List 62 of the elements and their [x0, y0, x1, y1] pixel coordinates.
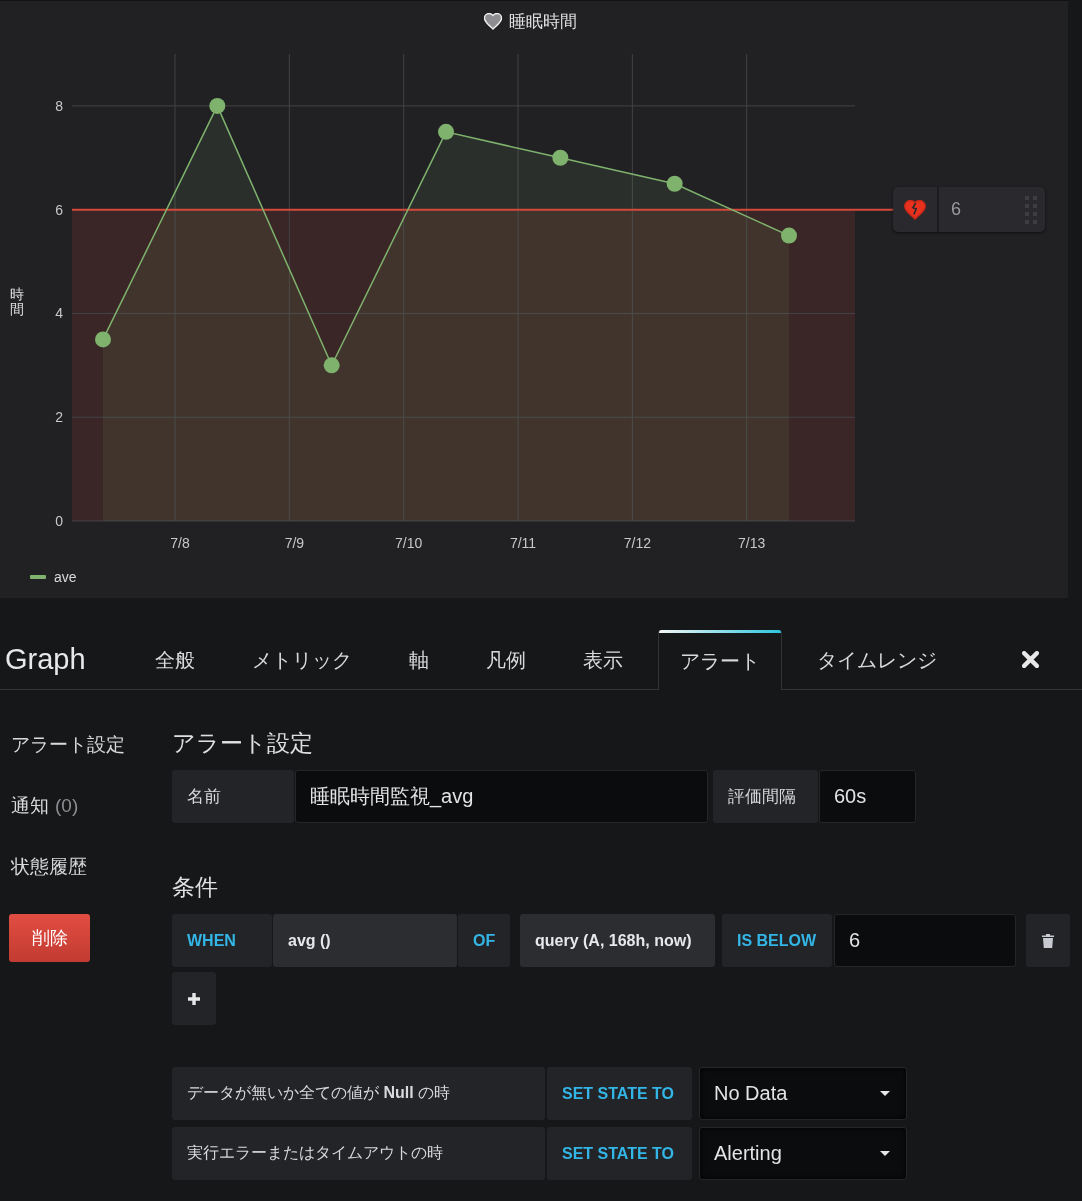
set-state-label: SET STATE TO — [547, 1127, 692, 1180]
editor-tab[interactable]: 表示 — [561, 630, 646, 689]
sidebar-item[interactable]: アラート設定 — [9, 733, 125, 757]
caret-icon — [880, 1091, 890, 1096]
section-heading: 条件 — [172, 873, 219, 901]
editor-tab[interactable]: 全般 — [133, 630, 218, 689]
x-tick-label: 7/10 — [395, 535, 423, 551]
editor-tab[interactable]: 軸 — [387, 630, 452, 689]
sidebar-item[interactable]: 通知 (0) — [9, 794, 79, 818]
section-heading: アラート設定 — [172, 729, 314, 757]
editor-tab[interactable]: メトリック — [230, 630, 375, 689]
editor-tab[interactable]: 凡例 — [464, 630, 549, 689]
legend-label[interactable]: ave — [54, 569, 77, 585]
close-icon[interactable] — [1022, 651, 1039, 668]
trash-icon — [1042, 933, 1054, 948]
x-tick-label: 7/8 — [170, 535, 190, 551]
data-point — [781, 227, 797, 244]
name-label: 名前 — [172, 770, 294, 823]
evaluator-segment[interactable]: IS BELOW — [722, 914, 832, 967]
interval-input[interactable]: 60s — [819, 770, 916, 823]
threshold-input[interactable]: 6 — [834, 914, 1016, 967]
caret-icon — [880, 1151, 890, 1156]
data-point — [209, 97, 226, 114]
heart-icon — [483, 13, 502, 30]
y-tick-label: 6 — [55, 201, 63, 218]
when-label: WHEN — [172, 914, 272, 967]
state-select[interactable]: No Data — [699, 1067, 907, 1120]
x-tick-label: 7/11 — [509, 535, 537, 551]
sidebar-item[interactable]: 状態履歴 — [9, 855, 87, 879]
x-tick-label: 7/9 — [284, 535, 305, 551]
remove-condition-button[interactable] — [1026, 914, 1070, 967]
panel-title: 睡眠時間 — [508, 11, 577, 33]
data-point — [95, 331, 111, 348]
data-point — [666, 175, 683, 192]
state-select[interactable]: Alerting — [699, 1127, 907, 1180]
delete-button[interactable]: 削除 — [9, 914, 90, 962]
plus-icon — [187, 991, 201, 1006]
x-tick-label: 7/13 — [738, 535, 766, 551]
reducer-segment[interactable]: avg () — [273, 914, 457, 967]
editor-tab[interactable]: タイムレンジ — [795, 630, 960, 689]
data-point — [552, 149, 569, 166]
rule-condition-label: データが無いか全ての値が Null の時 — [172, 1067, 545, 1120]
data-point — [438, 123, 454, 140]
x-tick-label: 7/12 — [623, 535, 651, 551]
rule-condition-label: 実行エラーまたはタイムアウトの時 — [172, 1127, 545, 1180]
broken-heart-icon — [904, 199, 926, 220]
threshold-value: 6 — [950, 199, 962, 220]
editor-title: Graph — [4, 643, 86, 676]
editor-tab[interactable]: アラート — [658, 630, 783, 690]
y-tick-label: 8 — [55, 97, 63, 114]
interval-label: 評価間隔 — [713, 770, 818, 823]
threshold-handle[interactable]: 6 — [893, 187, 1045, 232]
name-input[interactable]: 睡眠時間監視_avg — [295, 770, 708, 823]
y-tick-label: 4 — [55, 305, 63, 322]
y-axis-label: 時間 — [10, 286, 24, 318]
of-label: OF — [458, 914, 510, 967]
data-point — [323, 357, 340, 374]
add-condition-button[interactable] — [172, 972, 216, 1025]
y-tick-label: 0 — [55, 513, 63, 529]
set-state-label: SET STATE TO — [547, 1067, 692, 1120]
query-segment[interactable]: query (A, 168h, now) — [520, 914, 715, 967]
y-tick-label: 2 — [55, 409, 63, 426]
